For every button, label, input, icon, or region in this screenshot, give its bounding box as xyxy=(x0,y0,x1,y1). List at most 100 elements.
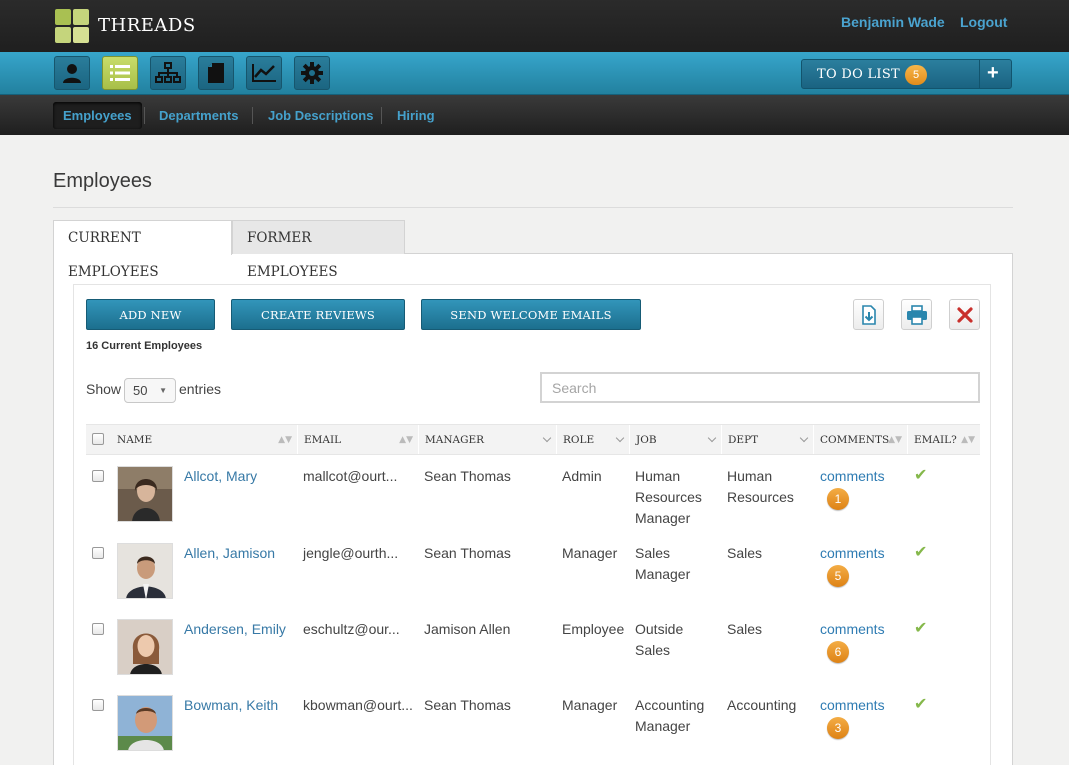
document-icon[interactable] xyxy=(198,56,234,90)
select-all-checkbox[interactable] xyxy=(92,433,104,445)
comment-count-badge[interactable]: 1 xyxy=(827,488,849,510)
todo-count-badge: 5 xyxy=(905,65,927,85)
entries-select[interactable]: 50 ▼ xyxy=(124,378,176,403)
employee-manager: Sean Thomas xyxy=(424,697,511,713)
threads-logo-icon[interactable] xyxy=(55,9,90,44)
chevron-down-icon: ▼ xyxy=(159,386,167,395)
row-checkbox[interactable] xyxy=(92,623,104,635)
comment-count-badge[interactable]: 6 xyxy=(827,641,849,663)
sort-icon: ▲▼ xyxy=(278,435,292,445)
subnav-divider xyxy=(144,107,145,124)
gear-icon[interactable] xyxy=(294,56,330,90)
employee-dept: Accounting xyxy=(727,697,797,713)
avatar xyxy=(117,619,173,675)
sub-navigation: Employees Departments Job Descriptions H… xyxy=(0,95,1069,135)
chevron-down-icon xyxy=(542,433,552,443)
chart-icon[interactable] xyxy=(246,56,282,90)
employee-dept: Sales xyxy=(727,621,763,637)
todo-label: TO DO LIST xyxy=(817,67,901,82)
employee-email: jengle@ourth... xyxy=(303,545,399,561)
comments-link[interactable]: comments xyxy=(820,619,885,640)
employee-job: Accounting Manager xyxy=(635,697,705,734)
employee-email: eschultz@our... xyxy=(303,621,400,637)
export-icon[interactable] xyxy=(853,299,884,330)
subnav-job-descriptions[interactable]: Job Descriptions xyxy=(258,102,383,129)
column-header-manager[interactable]: MANAGER xyxy=(419,425,557,454)
show-label: Show xyxy=(86,381,122,397)
avatar xyxy=(117,466,173,522)
title-divider xyxy=(53,207,1013,208)
subnav-divider xyxy=(381,107,382,124)
check-icon: ✔ xyxy=(914,544,928,561)
avatar xyxy=(117,543,173,599)
column-header-dept[interactable]: DEPT xyxy=(722,425,814,454)
employee-dept: Sales xyxy=(727,545,763,561)
check-icon: ✔ xyxy=(914,696,928,713)
logout-link[interactable]: Logout xyxy=(960,14,1007,30)
employee-job: Sales Manager xyxy=(635,545,691,582)
employee-name-link[interactable]: Allcot, Mary xyxy=(184,466,257,487)
employee-dept: Human Resources xyxy=(727,468,794,505)
column-header-role[interactable]: ROLE xyxy=(557,425,630,454)
avatar xyxy=(117,695,173,751)
tab-former-employees[interactable]: FORMER EMPLOYEES xyxy=(232,220,405,280)
comment-count-badge[interactable]: 5 xyxy=(827,565,849,587)
column-header-job[interactable]: JOB xyxy=(630,425,722,454)
create-reviews-button[interactable]: CREATE REVIEWS xyxy=(231,299,405,330)
employee-name-link[interactable]: Andersen, Emily xyxy=(184,619,286,640)
employee-role: Manager xyxy=(562,697,618,713)
column-header-comments[interactable]: COMMENTS ▲▼ xyxy=(814,425,908,454)
comment-count-badge[interactable]: 3 xyxy=(827,717,849,739)
page-title: Employees xyxy=(53,170,152,192)
employee-manager: Sean Thomas xyxy=(424,468,511,484)
chevron-down-icon xyxy=(707,433,717,443)
employee-email: mallcot@ourt... xyxy=(303,468,398,484)
employee-name-link[interactable]: Bowman, Keith xyxy=(184,695,278,716)
employee-email: kbowman@ourt... xyxy=(303,697,413,713)
employee-role: Admin xyxy=(562,468,602,484)
add-new-button[interactable]: ADD NEW xyxy=(86,299,215,330)
row-checkbox[interactable] xyxy=(92,470,104,482)
subnav-departments[interactable]: Departments xyxy=(149,102,248,129)
user-name-link[interactable]: Benjamin Wade xyxy=(841,14,945,30)
org-chart-icon[interactable] xyxy=(150,56,186,90)
comments-link[interactable]: comments xyxy=(820,695,885,716)
todo-list-button[interactable]: TO DO LIST 5 + xyxy=(801,59,1012,89)
list-icon[interactable] xyxy=(102,56,138,90)
employee-role: Manager xyxy=(562,545,618,561)
delete-icon[interactable] xyxy=(949,299,980,330)
employee-manager: Jamison Allen xyxy=(424,621,511,637)
employee-manager: Sean Thomas xyxy=(424,545,511,561)
employee-job: Outside Sales xyxy=(635,621,684,658)
subnav-divider xyxy=(252,107,253,124)
check-icon: ✔ xyxy=(914,620,928,637)
employee-job: Human Resources Manager xyxy=(635,468,702,526)
row-checkbox[interactable] xyxy=(92,699,104,711)
brand-name: THREADS xyxy=(98,15,196,36)
entries-value: 50 xyxy=(133,383,148,398)
sort-icon: ▲▼ xyxy=(888,435,902,445)
row-checkbox[interactable] xyxy=(92,547,104,559)
tab-current-employees[interactable]: CURRENT EMPLOYEES xyxy=(53,220,232,280)
employee-name-link[interactable]: Allen, Jamison xyxy=(184,543,275,564)
column-header-email[interactable]: EMAIL ▲▼ xyxy=(298,425,419,454)
comments-link[interactable]: comments xyxy=(820,466,885,487)
entries-label: entries xyxy=(179,381,222,397)
subnav-employees[interactable]: Employees xyxy=(53,102,142,129)
todo-divider xyxy=(979,60,980,88)
print-icon[interactable] xyxy=(901,299,932,330)
sort-icon: ▲▼ xyxy=(961,435,975,445)
search-input[interactable] xyxy=(540,372,980,403)
comments-link[interactable]: comments xyxy=(820,543,885,564)
person-icon[interactable] xyxy=(54,56,90,90)
subnav-hiring[interactable]: Hiring xyxy=(387,102,445,129)
column-header-name[interactable]: NAME ▲▼ xyxy=(111,425,298,454)
column-header-email-sent[interactable]: EMAIL? ▲▼ xyxy=(908,425,980,454)
send-welcome-emails-button[interactable]: SEND WELCOME EMAILS xyxy=(421,299,641,330)
chevron-down-icon xyxy=(615,433,625,443)
top-bar: THREADS Benjamin Wade Logout xyxy=(0,0,1069,52)
sort-icon: ▲▼ xyxy=(399,435,413,445)
employee-role: Employee xyxy=(562,621,625,637)
todo-add-icon[interactable]: + xyxy=(987,62,999,85)
check-icon: ✔ xyxy=(914,467,928,484)
